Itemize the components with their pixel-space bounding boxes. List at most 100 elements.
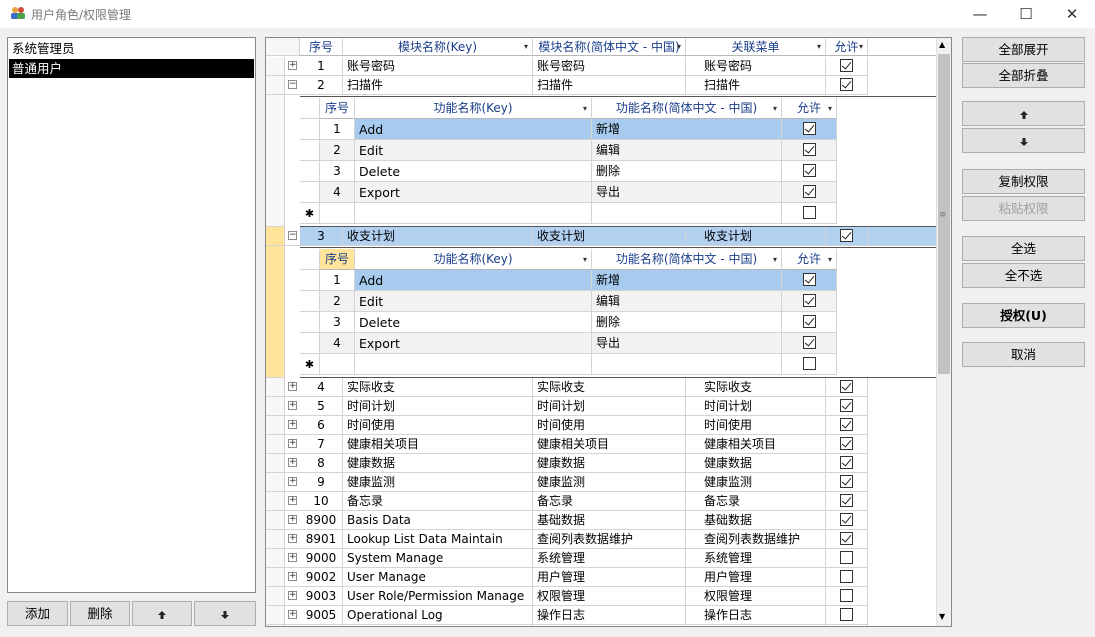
new-row-key[interactable] <box>355 354 592 375</box>
function-key[interactable]: Edit <box>355 291 592 312</box>
module-seq[interactable]: 6 <box>300 416 343 435</box>
row-indicator[interactable] <box>266 492 285 511</box>
module-key[interactable]: 扫描件 <box>343 76 533 95</box>
allow-checkbox[interactable] <box>840 513 853 526</box>
function-allow[interactable] <box>782 182 837 203</box>
module-key[interactable]: Operational Log <box>343 606 533 625</box>
expand-cell[interactable]: + <box>285 587 300 606</box>
module-allow[interactable] <box>826 227 868 246</box>
expand-cell[interactable]: + <box>285 416 300 435</box>
module-menu[interactable]: 操作日志 <box>686 606 826 625</box>
allow-checkbox[interactable] <box>840 589 853 602</box>
module-key[interactable]: Lookup List Data Maintain <box>343 530 533 549</box>
child-row-indicator[interactable] <box>300 161 320 182</box>
module-key[interactable]: 时间使用 <box>343 416 533 435</box>
module-zh[interactable]: 系统设置 <box>533 625 686 626</box>
allow-checkbox[interactable] <box>840 456 853 469</box>
allow-checkbox[interactable] <box>803 206 816 219</box>
module-key[interactable]: System Settings <box>343 625 533 626</box>
module-key[interactable]: User Manage <box>343 568 533 587</box>
module-seq[interactable]: 3 <box>300 227 343 246</box>
new-row-zh[interactable] <box>592 203 782 224</box>
module-allow[interactable] <box>826 549 868 568</box>
header-allow[interactable]: 允许 ▾ <box>826 38 868 56</box>
expand-icon[interactable]: + <box>288 382 297 391</box>
filter-dropdown-icon[interactable]: ▾ <box>828 249 832 269</box>
module-key[interactable]: System Manage <box>343 549 533 568</box>
function-key[interactable]: Export <box>355 333 592 354</box>
module-zh[interactable]: 时间计划 <box>533 397 686 416</box>
row-indicator[interactable] <box>266 454 285 473</box>
module-zh[interactable]: 账号密码 <box>533 57 686 76</box>
function-allow[interactable] <box>782 270 837 291</box>
filter-dropdown-icon[interactable]: ▾ <box>773 98 777 118</box>
move-role-up-button[interactable] <box>132 601 192 626</box>
child-header-seq[interactable]: 序号 <box>320 98 355 119</box>
module-seq[interactable]: 9003 <box>300 587 343 606</box>
child-header-key[interactable]: 功能名称(Key) ▾ <box>355 98 592 119</box>
module-seq[interactable]: 9000 <box>300 549 343 568</box>
function-zh[interactable]: 导出 <box>592 182 782 203</box>
allow-checkbox[interactable] <box>803 143 816 156</box>
expand-icon[interactable]: + <box>288 61 297 70</box>
function-allow[interactable] <box>782 140 837 161</box>
child-header-seq[interactable]: 序号 <box>320 249 355 270</box>
function-key[interactable]: Add <box>355 119 592 140</box>
allow-checkbox[interactable] <box>840 608 853 621</box>
module-seq[interactable]: 9002 <box>300 568 343 587</box>
module-seq[interactable]: 8900 <box>300 511 343 530</box>
expand-cell[interactable]: + <box>285 606 300 625</box>
child-row-indicator[interactable] <box>300 291 320 312</box>
child-header-allow[interactable]: 允许 ▾ <box>782 249 837 270</box>
function-seq[interactable]: 3 <box>320 161 355 182</box>
module-menu[interactable]: 实际收支 <box>686 378 826 397</box>
module-allow[interactable] <box>826 606 868 625</box>
expand-icon[interactable]: + <box>288 439 297 448</box>
child-row-indicator[interactable] <box>300 119 320 140</box>
expand-cell[interactable]: + <box>285 625 300 626</box>
module-allow[interactable] <box>826 511 868 530</box>
module-allow[interactable] <box>826 76 868 95</box>
module-allow[interactable] <box>826 416 868 435</box>
function-seq[interactable]: 3 <box>320 312 355 333</box>
filter-dropdown-icon[interactable]: ▾ <box>859 38 863 55</box>
module-key[interactable]: User Role/Permission Manage <box>343 587 533 606</box>
expand-all-button[interactable]: 全部展开 <box>962 37 1085 62</box>
module-menu[interactable]: 健康监测 <box>686 473 826 492</box>
row-indicator[interactable] <box>266 606 285 625</box>
module-seq[interactable]: 9006 <box>300 625 343 626</box>
module-key[interactable]: 备忘录 <box>343 492 533 511</box>
scroll-up-icon[interactable]: ▲ <box>939 40 945 49</box>
module-zh[interactable]: 备忘录 <box>533 492 686 511</box>
module-menu[interactable]: 基础数据 <box>686 511 826 530</box>
permission-grid[interactable]: 序号 模块名称(Key) ▾ 模块名称(简体中文 - 中国) ▾ 关联菜单 ▾ 允许 ▾ +1 账号… <box>265 37 952 627</box>
role-item-normal-user[interactable]: 普通用户 <box>9 59 254 78</box>
module-menu[interactable]: 扫描件 <box>686 76 826 95</box>
function-allow[interactable] <box>782 312 837 333</box>
row-indicator[interactable] <box>266 473 285 492</box>
allow-checkbox[interactable] <box>803 122 816 135</box>
expand-cell[interactable]: + <box>285 454 300 473</box>
allow-checkbox[interactable] <box>803 294 816 307</box>
new-row-allow[interactable] <box>782 354 837 375</box>
module-menu[interactable]: 时间计划 <box>686 397 826 416</box>
module-key[interactable]: 时间计划 <box>343 397 533 416</box>
cancel-button[interactable]: 取消 <box>962 342 1085 367</box>
allow-checkbox[interactable] <box>840 418 853 431</box>
allow-checkbox[interactable] <box>840 475 853 488</box>
module-menu[interactable]: 用户管理 <box>686 568 826 587</box>
row-indicator[interactable] <box>266 57 285 76</box>
module-seq[interactable]: 9005 <box>300 606 343 625</box>
expand-cell[interactable]: + <box>285 511 300 530</box>
module-zh[interactable]: 系统管理 <box>533 549 686 568</box>
expand-cell[interactable]: + <box>285 378 300 397</box>
expand-cell[interactable]: + <box>285 435 300 454</box>
function-zh[interactable]: 编辑 <box>592 140 782 161</box>
module-menu[interactable]: 系统管理 <box>686 549 826 568</box>
module-seq[interactable]: 4 <box>300 378 343 397</box>
collapse-all-button[interactable]: 全部折叠 <box>962 63 1085 88</box>
function-zh[interactable]: 新增 <box>592 119 782 140</box>
expand-icon[interactable]: + <box>288 534 297 543</box>
filter-dropdown-icon[interactable]: ▾ <box>677 38 681 55</box>
move-down-button[interactable] <box>962 128 1085 153</box>
